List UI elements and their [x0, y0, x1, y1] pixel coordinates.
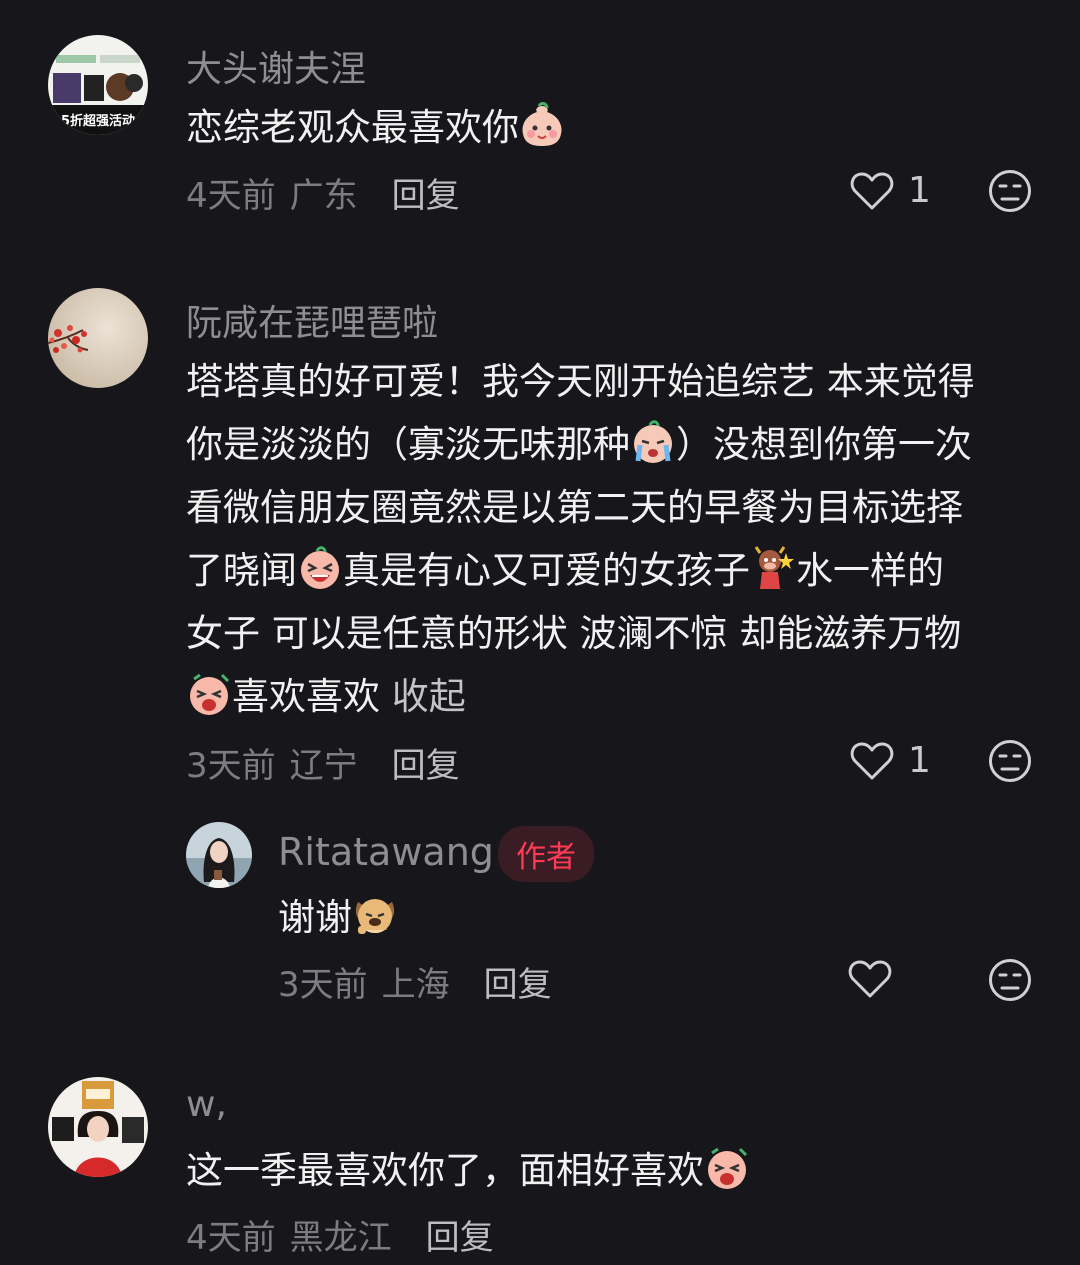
- username[interactable]: w,: [186, 1084, 227, 1125]
- meh-face-icon: [989, 740, 1031, 782]
- comment-meta: 4天前 广东 回复: [186, 168, 460, 217]
- comment-meta: 3天前 上海 回复: [278, 957, 552, 1006]
- meh-face-icon: [989, 959, 1031, 1001]
- avatar[interactable]: 5折超强活动: [48, 35, 148, 135]
- like-button[interactable]: [848, 959, 906, 999]
- location: 上海: [381, 965, 450, 1005]
- reply-button[interactable]: 回复: [426, 1210, 494, 1259]
- timestamp: 3天前: [278, 965, 368, 1005]
- dancing-cow-emoji-icon: [754, 546, 794, 589]
- comment-text: 谢谢: [278, 886, 398, 949]
- timestamp: 4天前: [186, 176, 276, 216]
- timestamp: 4天前: [186, 1218, 276, 1258]
- avatar[interactable]: [48, 288, 148, 388]
- location: 辽宁: [289, 746, 358, 786]
- avatar-text: 5折超强活动: [61, 113, 135, 129]
- location: 黑龙江: [289, 1218, 392, 1258]
- crying-face-emoji-icon: [634, 420, 672, 463]
- baby-face-emoji-icon: [522, 102, 562, 146]
- comment-text: 这一季最喜欢你了，面相好喜欢: [186, 1139, 750, 1202]
- shocked-face-emoji-icon: [708, 1147, 748, 1189]
- reply-button[interactable]: 回复: [484, 957, 552, 1006]
- like-button[interactable]: 1: [850, 170, 931, 211]
- reply-button[interactable]: 回复: [392, 738, 460, 787]
- location: 广东: [289, 176, 358, 216]
- comment-text: 恋综老观众最喜欢你: [186, 96, 565, 159]
- timestamp: 3天前: [186, 746, 276, 786]
- comment-meta: 3天前 辽宁 回复: [186, 738, 460, 787]
- like-button[interactable]: 1: [850, 740, 931, 781]
- heart-outline-icon: [850, 172, 894, 209]
- author-badge: 作者: [498, 826, 594, 882]
- username[interactable]: 大头谢夫涅: [186, 40, 366, 92]
- heart-outline-icon: [850, 742, 894, 779]
- dislike-button[interactable]: [988, 739, 1032, 787]
- dislike-button[interactable]: [988, 958, 1032, 1006]
- collapse-button[interactable]: 收起: [392, 675, 466, 718]
- like-count: 1: [908, 170, 931, 211]
- shocked-face-emoji-icon: [190, 673, 230, 715]
- comment-meta: 4天前 黑龙江 回复: [186, 1210, 494, 1259]
- avatar[interactable]: [48, 1077, 148, 1177]
- username[interactable]: 阮咸在琵哩琶啦: [186, 294, 438, 346]
- laughing-face-emoji-icon: [301, 546, 339, 589]
- reply-button[interactable]: 回复: [392, 168, 460, 217]
- username[interactable]: Ritatawang: [278, 830, 494, 874]
- dog-face-emoji-icon: [355, 899, 395, 934]
- like-count: 1: [908, 740, 931, 781]
- meh-face-icon: [989, 170, 1031, 212]
- comment-text: 塔塔真的好可爱！我今天刚开始追综艺 本来觉得 你是淡淡的（寡淡无味那种 ）没想到你…: [186, 360, 975, 718]
- heart-outline-icon: [848, 960, 892, 998]
- dislike-button[interactable]: [988, 169, 1032, 217]
- avatar[interactable]: [186, 822, 252, 888]
